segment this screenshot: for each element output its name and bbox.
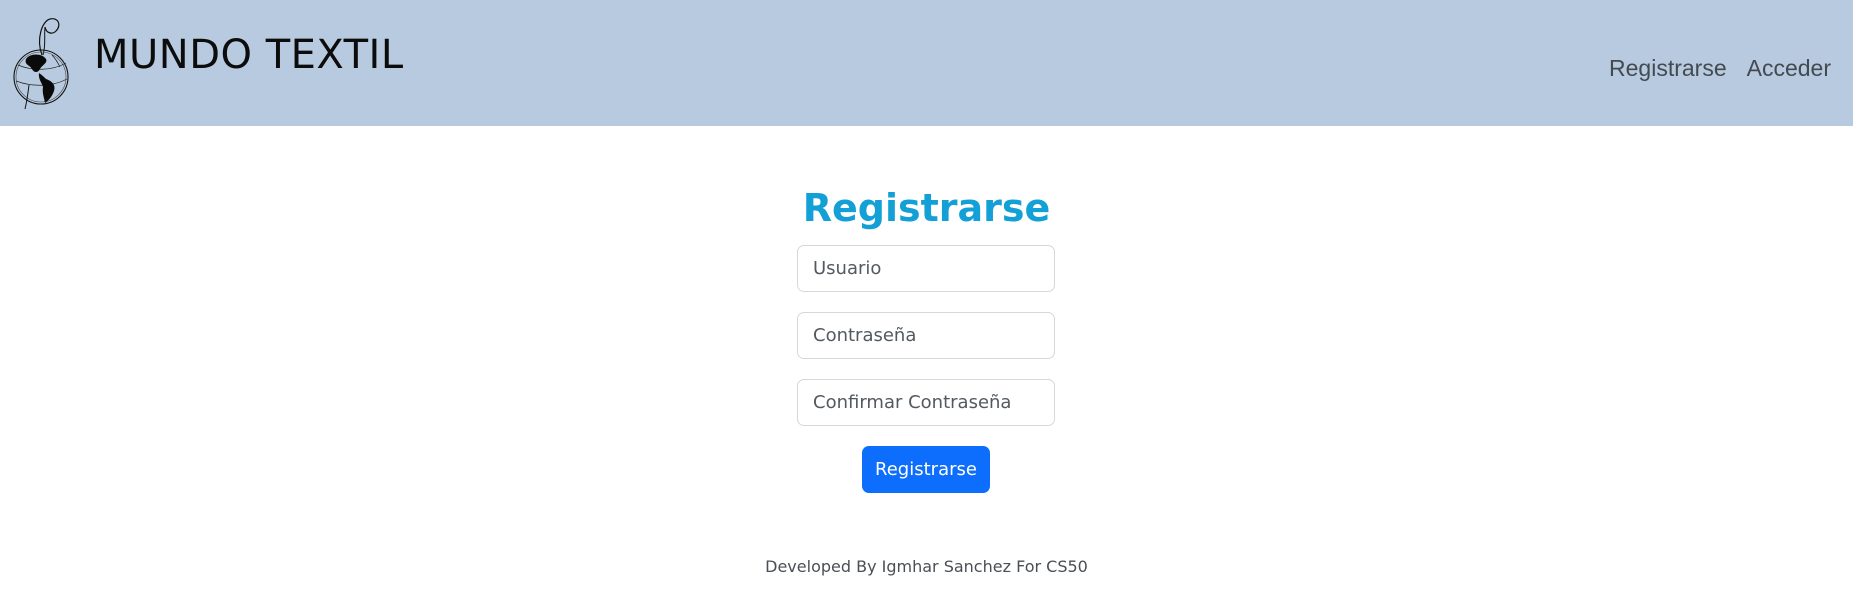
password-input[interactable] (797, 312, 1055, 359)
main-content: Registrarse Registrarse Developed By Igm… (0, 126, 1853, 612)
brand[interactable]: MUNDO TEXTIL (12, 15, 404, 111)
brand-name: MUNDO TEXTIL (94, 32, 404, 78)
globe-thread-icon (13, 18, 69, 110)
footer-credit: Developed By Igmhar Sanchez For CS50 (765, 557, 1088, 576)
register-button[interactable]: Registrarse (862, 446, 990, 493)
nav-links: Registrarse Acceder (1609, 55, 1831, 82)
nav-link-registrarse[interactable]: Registrarse (1609, 55, 1727, 82)
confirm-password-input[interactable] (797, 379, 1055, 426)
username-input[interactable] (797, 245, 1055, 292)
page-title: Registrarse (802, 186, 1051, 230)
nav-link-acceder[interactable]: Acceder (1747, 55, 1831, 82)
navbar: MUNDO TEXTIL Registrarse Acceder (0, 0, 1853, 126)
